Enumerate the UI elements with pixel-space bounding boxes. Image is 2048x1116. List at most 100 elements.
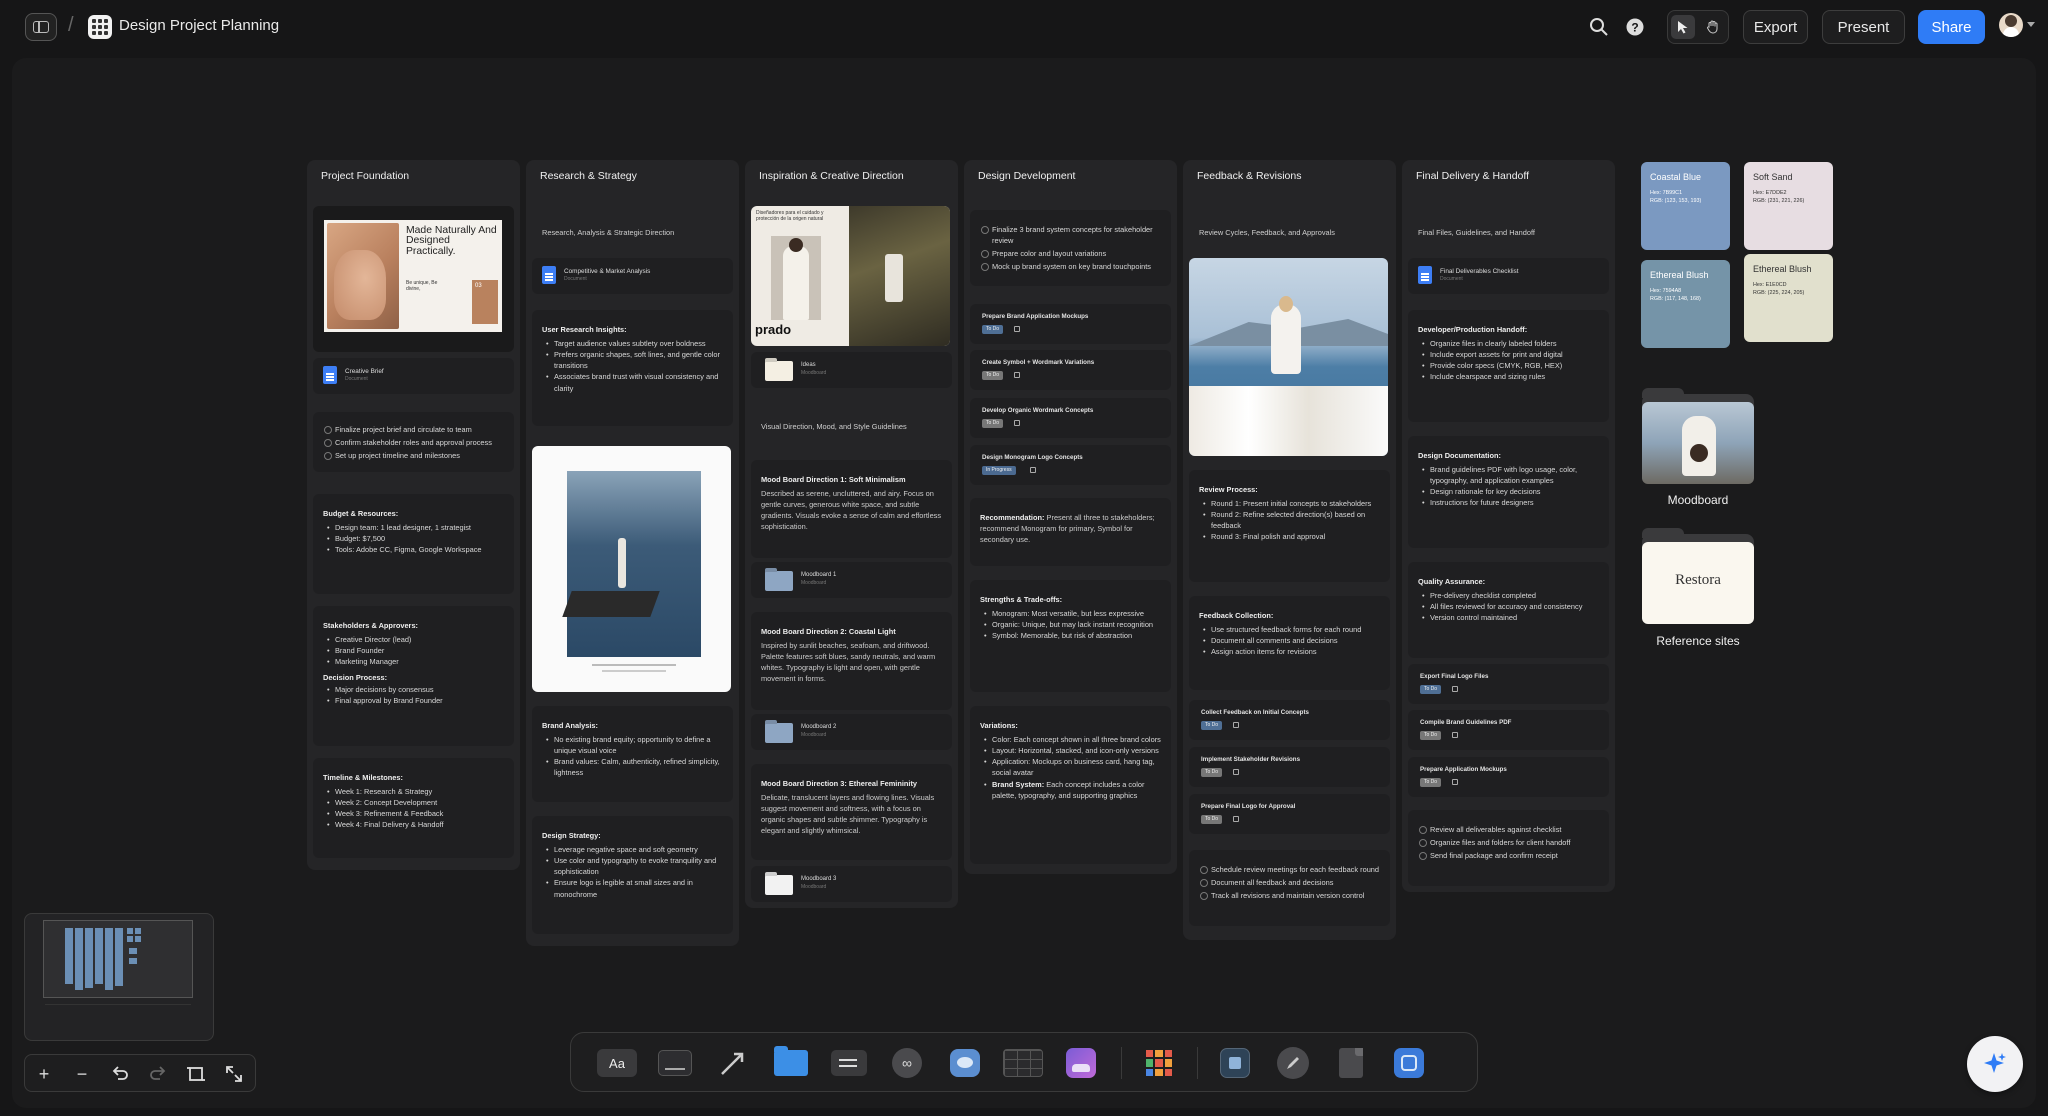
minimap[interactable] — [24, 913, 214, 1041]
task-card[interactable]: Develop Organic Wordmark Concepts To Do — [970, 398, 1171, 438]
select-pointer-icon[interactable] — [1671, 15, 1695, 39]
moodboard-direction-3-card[interactable]: Mood Board Direction 3: Ethereal Feminin… — [751, 764, 952, 860]
documentation-card[interactable]: Design Documentation: Brand guidelines P… — [1408, 436, 1609, 548]
table-tool-icon[interactable] — [1003, 1047, 1043, 1079]
fullscreen-icon[interactable] — [223, 1063, 245, 1085]
stakeholders-card[interactable]: Stakeholders & Approvers: Creative Direc… — [313, 606, 514, 746]
delivery-checklist[interactable]: Review all deliverables against checklis… — [1408, 810, 1609, 886]
image-tool-icon[interactable] — [1061, 1047, 1101, 1079]
page-title[interactable]: Design Project Planning — [119, 17, 279, 34]
checklist-item[interactable]: Confirm stakeholder roles and approval p… — [323, 437, 504, 448]
task-card[interactable]: Prepare Brand Application Mockups To Do — [970, 304, 1171, 344]
column-feedback-revisions[interactable]: Feedback & Revisions Review Cycles, Feed… — [1183, 160, 1396, 940]
task-card[interactable]: Compile Brand Guidelines PDF To Do — [1408, 710, 1609, 750]
column-project-foundation[interactable]: Project Foundation Made Naturally And De… — [307, 160, 520, 870]
moodboard-2-folder[interactable]: Moodboard 2 Moodboard — [751, 714, 952, 750]
prado-image[interactable]: Diseñadores para el cuidado y protección… — [751, 206, 950, 346]
status-badge[interactable]: In Progress — [982, 466, 1016, 475]
column-final-delivery[interactable]: Final Delivery & Handoff Final Files, Gu… — [1402, 160, 1615, 892]
zoom-in-icon[interactable]: + — [33, 1063, 55, 1085]
column-inspiration[interactable]: Inspiration & Creative Direction Diseñad… — [745, 160, 958, 908]
arrow-line-icon[interactable] — [713, 1047, 753, 1079]
add-board-icon[interactable] — [1389, 1047, 1429, 1079]
color-swatch-soft-sand[interactable]: Soft Sand Hex: E7DDE2 RGB: (231, 221, 22… — [1744, 162, 1833, 250]
status-badge[interactable]: To Do — [1201, 815, 1223, 824]
checklist-item[interactable]: Track all revisions and maintain version… — [1199, 890, 1380, 901]
checklist-tool-icon[interactable] — [829, 1047, 869, 1079]
timeline-card[interactable]: Timeline & Milestones: Week 1: Research … — [313, 758, 514, 858]
reference-sites-folder[interactable]: Restora — [1642, 528, 1754, 624]
foundation-checklist[interactable]: Finalize project brief and circulate to … — [313, 412, 514, 472]
checklist-item[interactable]: Finalize project brief and circulate to … — [323, 424, 504, 435]
status-badge[interactable]: To Do — [1201, 721, 1223, 730]
checklist-item[interactable]: Review all deliverables against checklis… — [1418, 824, 1599, 835]
checklist-item[interactable]: Organize files and folders for client ha… — [1418, 837, 1599, 848]
undo-icon[interactable] — [109, 1063, 131, 1085]
task-card[interactable]: Prepare Final Logo for Approval To Do — [1189, 794, 1390, 834]
moodboard-direction-1-card[interactable]: Mood Board Direction 1: Soft Minimalism … — [751, 460, 952, 558]
moodboard-3-folder[interactable]: Moodboard 3 Moodboard — [751, 866, 952, 902]
link-tool-icon[interactable]: ∞ — [887, 1047, 927, 1079]
task-card[interactable]: Collect Feedback on Initial Concepts To … — [1189, 700, 1390, 740]
variations-card[interactable]: Variations: Color: Each concept shown in… — [970, 706, 1171, 864]
development-checklist[interactable]: Finalize 3 brand system concepts for sta… — [970, 210, 1171, 286]
pen-tool-icon[interactable] — [1273, 1047, 1313, 1079]
moodboard-direction-2-card[interactable]: Mood Board Direction 2: Coastal Light In… — [751, 612, 952, 710]
export-button[interactable]: Export — [1743, 10, 1808, 44]
hand-pan-icon[interactable] — [1701, 15, 1725, 39]
present-button[interactable]: Present — [1822, 10, 1905, 44]
text-tool[interactable]: Aa — [597, 1047, 637, 1079]
brand-analysis-card[interactable]: Brand Analysis: No existing brand equity… — [532, 706, 733, 802]
coastal-laundry-image[interactable] — [1189, 258, 1388, 456]
checklist-item[interactable]: Finalize 3 brand system concepts for sta… — [980, 224, 1161, 246]
sticky-note-icon[interactable] — [655, 1047, 695, 1079]
checklist-item[interactable]: Send final package and confirm receipt — [1418, 850, 1599, 861]
moodboard-folder-label[interactable]: Moodboard — [1628, 493, 1768, 507]
moodboard-1-folder[interactable]: Moodboard 1 Moodboard — [751, 562, 952, 598]
market-analysis-doc[interactable]: Competitive & Market Analysis Document — [532, 258, 733, 294]
user-avatar[interactable] — [1999, 13, 2023, 37]
zoom-out-icon[interactable]: − — [71, 1063, 93, 1085]
file-tool-icon[interactable] — [1331, 1047, 1371, 1079]
budget-card[interactable]: Budget & Resources: Design team: 1 lead … — [313, 494, 514, 594]
creative-brief-doc[interactable]: Creative Brief Document — [313, 358, 514, 394]
fit-frame-icon[interactable] — [185, 1063, 207, 1085]
template-tool-icon[interactable] — [1215, 1047, 1255, 1079]
status-badge[interactable]: To Do — [1201, 768, 1223, 777]
share-button[interactable]: Share — [1918, 10, 1985, 44]
feedback-collection-card[interactable]: Feedback Collection: Use structured feed… — [1189, 596, 1390, 690]
color-swatch-ethereal-blush-blue[interactable]: Ethereal Blush Hex: 7594A8 RGB: (117, 14… — [1641, 260, 1730, 348]
reference-sites-label[interactable]: Reference sites — [1628, 634, 1768, 648]
task-card[interactable]: Prepare Application Mockups To Do — [1408, 757, 1609, 797]
column-research-strategy[interactable]: Research & Strategy Research, Analysis &… — [526, 160, 739, 946]
status-badge[interactable]: To Do — [982, 371, 1004, 380]
chevron-down-icon[interactable] — [2027, 22, 2035, 27]
design-strategy-card[interactable]: Design Strategy: Leverage negative space… — [532, 816, 733, 934]
review-process-card[interactable]: Review Process: Round 1: Present initial… — [1189, 470, 1390, 582]
comment-tool-icon[interactable] — [945, 1047, 985, 1079]
folder-tool-icon[interactable] — [771, 1046, 811, 1079]
ai-assistant-button[interactable] — [1967, 1036, 2023, 1092]
status-badge[interactable]: To Do — [1420, 685, 1442, 694]
strengths-tradeoffs-card[interactable]: Strengths & Trade-offs: Monogram: Most v… — [970, 580, 1171, 692]
task-card[interactable]: Create Symbol + Wordmark Variations To D… — [970, 350, 1171, 390]
apps-grid-icon[interactable] — [1139, 1047, 1179, 1079]
feedback-checklist[interactable]: Schedule review meetings for each feedba… — [1189, 850, 1390, 926]
search-icon[interactable] — [1589, 17, 1609, 37]
task-card[interactable]: Implement Stakeholder Revisions To Do — [1189, 747, 1390, 787]
status-badge[interactable]: To Do — [1420, 778, 1442, 787]
ideas-folder[interactable]: Ideas Moodboard — [751, 352, 952, 388]
status-badge[interactable]: To Do — [982, 325, 1004, 334]
task-card[interactable]: Export Final Logo Files To Do — [1408, 664, 1609, 704]
status-badge[interactable]: To Do — [1420, 731, 1442, 740]
checklist-item[interactable]: Set up project timeline and milestones — [323, 450, 504, 461]
redo-icon[interactable] — [147, 1063, 169, 1085]
column-design-development[interactable]: Design Development Finalize 3 brand syst… — [964, 160, 1177, 874]
quality-assurance-card[interactable]: Quality Assurance: Pre-delivery checklis… — [1408, 562, 1609, 658]
status-badge[interactable]: To Do — [982, 419, 1004, 428]
color-swatch-ethereal-blush-cream[interactable]: Ethereal Blush Hex: E1E0CD RGB: (225, 22… — [1744, 254, 1833, 342]
recommendation-card[interactable]: Recommendation: Present all three to sta… — [970, 498, 1171, 566]
user-research-card[interactable]: User Research Insights: Target audience … — [532, 310, 733, 426]
sidebar-toggle-icon[interactable] — [25, 13, 57, 41]
checklist-item[interactable]: Document all feedback and decisions — [1199, 877, 1380, 888]
